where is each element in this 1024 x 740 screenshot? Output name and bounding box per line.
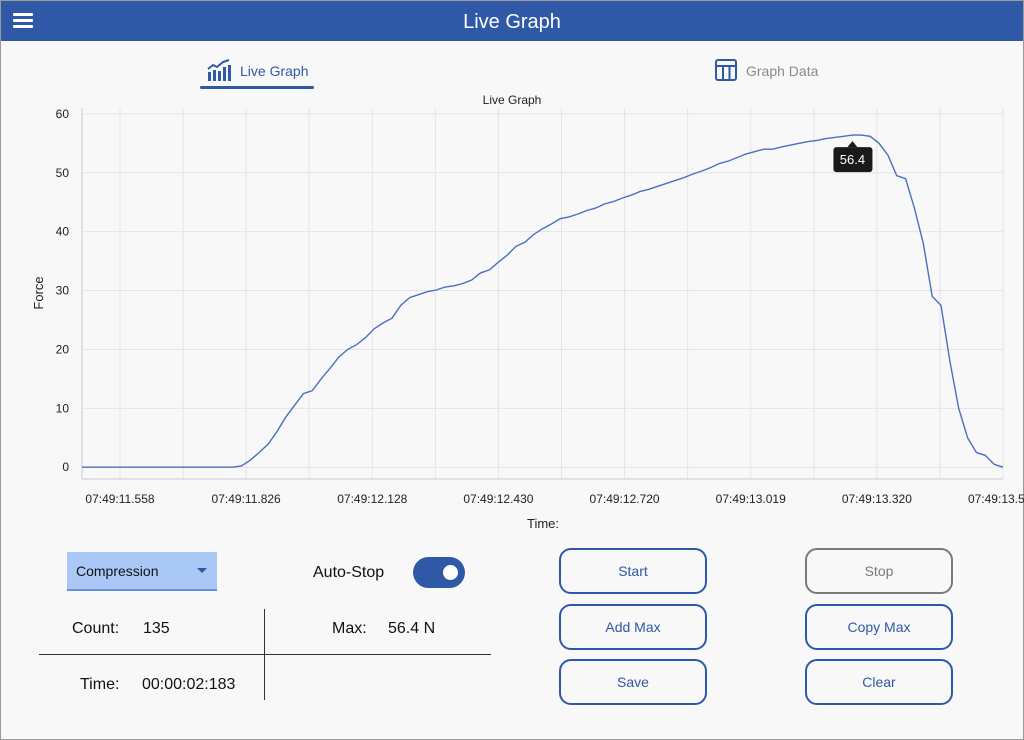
y-axis-label: Force bbox=[31, 276, 46, 309]
mode-dropdown[interactable]: Compression bbox=[67, 552, 217, 591]
live-graph-chart: Live Graph 0 10 20 30 40 50 60 07:49:11.558 07:49… bbox=[0, 90, 1024, 531]
x-tick-label: 07:49:13.590 bbox=[968, 492, 1024, 506]
start-button[interactable]: Start bbox=[559, 548, 707, 594]
y-tick-label: 50 bbox=[56, 166, 70, 180]
tab-graph-data-label: Graph Data bbox=[746, 63, 819, 79]
time-label: Time: bbox=[80, 676, 120, 693]
time-value: 00:00:02:183 bbox=[142, 676, 236, 693]
clear-button[interactable]: Clear bbox=[805, 659, 953, 705]
mode-dropdown-value: Compression bbox=[76, 562, 159, 579]
chart-title: Live Graph bbox=[483, 93, 542, 107]
chevron-down-icon bbox=[197, 568, 207, 573]
y-tick-label: 40 bbox=[56, 225, 70, 239]
chart-icon bbox=[206, 58, 232, 84]
tooltip-label: 56.4 bbox=[840, 152, 865, 167]
table-icon bbox=[714, 58, 738, 85]
x-axis-label: Time: bbox=[527, 516, 559, 530]
app-bar: Live Graph bbox=[1, 1, 1023, 41]
app-title: Live Graph bbox=[463, 11, 561, 33]
autostop-label: Auto-Stop bbox=[313, 564, 385, 581]
y-tick-label: 0 bbox=[62, 460, 69, 474]
y-tick-label: 60 bbox=[56, 107, 70, 121]
tooltip-pointer bbox=[847, 141, 858, 148]
x-tick-label: 07:49:12.720 bbox=[590, 492, 660, 506]
count-label: Count: bbox=[72, 620, 120, 637]
autostop-toggle[interactable] bbox=[413, 557, 465, 588]
x-tick-label: 07:49:12.128 bbox=[337, 492, 407, 506]
tab-selected-indicator bbox=[200, 86, 314, 89]
series-line bbox=[82, 134, 1004, 468]
y-tick-label: 20 bbox=[56, 342, 70, 356]
stop-button[interactable]: Stop bbox=[805, 548, 953, 594]
copy-max-button[interactable]: Copy Max bbox=[805, 604, 953, 650]
add-max-button[interactable]: Add Max bbox=[559, 604, 707, 650]
toggle-knob bbox=[443, 565, 458, 580]
chart-svg: Live Graph 0 10 20 30 40 50 60 07:49:11.558 07:49… bbox=[31, 93, 1024, 531]
x-tick-label: 07:49:13.320 bbox=[842, 492, 912, 506]
count-value: 135 bbox=[143, 620, 170, 637]
y-tick-label: 10 bbox=[56, 401, 70, 415]
tab-live-graph[interactable]: Live Graph bbox=[206, 52, 308, 90]
y-tick-label: 30 bbox=[56, 284, 70, 298]
max-value: 56.4 N bbox=[388, 620, 436, 637]
max-label: Max: bbox=[332, 620, 367, 637]
x-tick-label: 07:49:13.019 bbox=[716, 492, 786, 506]
x-tick-label: 07:49:11.826 bbox=[212, 492, 282, 506]
tab-graph-data[interactable]: Graph Data bbox=[714, 52, 818, 90]
save-button[interactable]: Save bbox=[559, 659, 707, 705]
x-tick-label: 07:49:12.430 bbox=[463, 492, 533, 506]
tab-live-graph-label: Live Graph bbox=[240, 63, 309, 79]
stats-horizontal-divider bbox=[39, 654, 491, 655]
x-tick-label: 07:49:11.558 bbox=[85, 492, 155, 506]
